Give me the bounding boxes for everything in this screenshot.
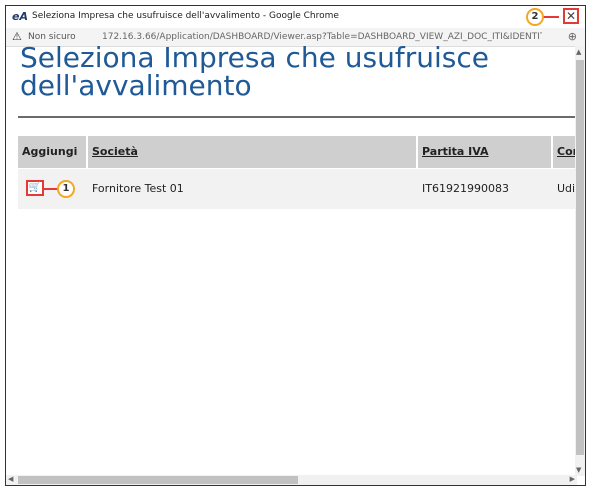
cell-comune: Udi xyxy=(557,182,576,195)
app-logo-icon: eA xyxy=(12,10,28,23)
zoom-icon[interactable]: ⊕ xyxy=(568,30,577,43)
table-row: 🛒 Fornitore Test 01 IT61921990083 Udi xyxy=(18,169,577,209)
horizontal-scroll-thumb[interactable] xyxy=(18,476,298,484)
scroll-down-icon[interactable]: ▼ xyxy=(576,466,581,474)
scroll-up-icon[interactable]: ▲ xyxy=(576,48,581,56)
table-header: Aggiungi Società Partita IVA Con xyxy=(18,136,577,168)
callout-2-badge: 2 xyxy=(526,8,544,26)
cell-partita-iva: IT61921990083 xyxy=(422,182,509,195)
scroll-left-icon[interactable]: ◀ xyxy=(8,475,13,483)
vertical-scrollbar[interactable]: ▲ ▼ xyxy=(575,46,585,476)
horizontal-scrollbar[interactable]: ◀ ▶ xyxy=(6,475,577,485)
column-header-comune[interactable]: Con xyxy=(553,136,577,168)
close-button[interactable]: ✕ xyxy=(563,8,579,24)
column-header-partita-iva[interactable]: Partita IVA xyxy=(418,136,553,168)
callout-2-connector xyxy=(542,16,559,18)
title-divider xyxy=(18,116,577,118)
browser-popup-window: eA Seleziona Impresa che usufruisce dell… xyxy=(5,5,586,486)
column-header-aggiungi: Aggiungi xyxy=(18,136,88,168)
window-title: Seleziona Impresa che usufruisce dell'av… xyxy=(32,11,339,21)
cell-societa: Fornitore Test 01 xyxy=(92,182,184,195)
vertical-scroll-thumb[interactable] xyxy=(576,60,584,455)
page-title: Seleziona Impresa che usufruisce dell'av… xyxy=(20,41,489,102)
callout-1-connector xyxy=(44,188,58,190)
cart-icon[interactable]: 🛒 xyxy=(26,180,44,196)
scroll-right-icon[interactable]: ▶ xyxy=(570,475,575,483)
callout-1-badge: 1 xyxy=(57,180,75,198)
column-header-societa[interactable]: Società xyxy=(88,136,418,168)
window-titlebar: eA Seleziona Impresa che usufruisce dell… xyxy=(6,6,585,29)
